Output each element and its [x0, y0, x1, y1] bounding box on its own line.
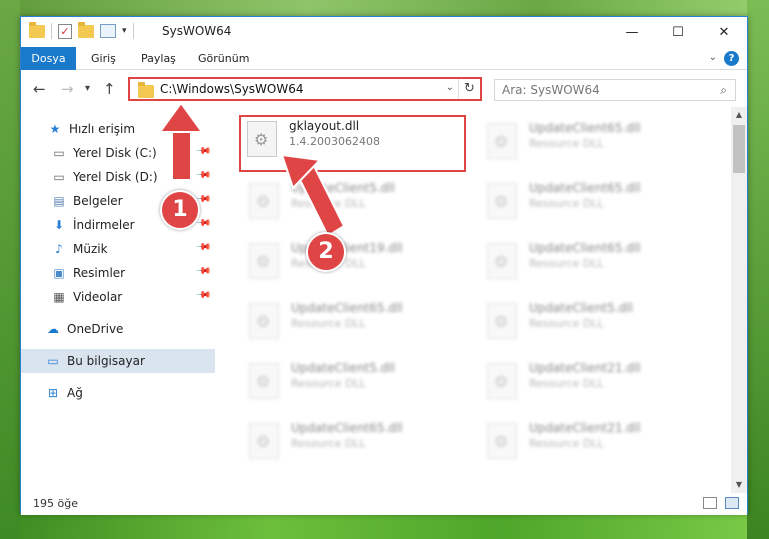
arrow-1: [171, 127, 192, 181]
step-2-badge: 2: [306, 232, 346, 272]
arrow-1-head: [158, 101, 204, 133]
step-1-badge: 1: [160, 190, 200, 230]
annotation-overlay: [158, 101, 346, 238]
